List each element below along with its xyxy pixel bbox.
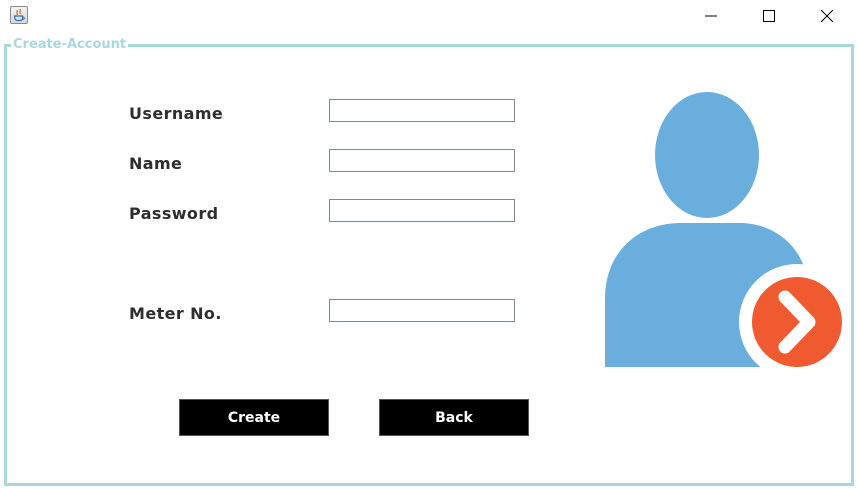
meter-number-label: Meter No.: [129, 304, 222, 323]
username-label: Username: [129, 104, 224, 123]
name-input[interactable]: [329, 149, 515, 172]
title-bar: [0, 0, 858, 32]
username-input[interactable]: [329, 99, 515, 122]
maximize-button[interactable]: [740, 0, 798, 32]
minimize-icon: [705, 15, 717, 17]
close-icon: [821, 10, 833, 22]
create-account-window: Create-Account Username Name Password Me…: [0, 0, 858, 488]
person-head: [655, 92, 759, 218]
password-label: Password: [129, 204, 219, 223]
back-button[interactable]: Back: [379, 399, 529, 436]
password-input[interactable]: [329, 199, 515, 222]
arrow-badge: [752, 277, 842, 367]
name-label: Name: [129, 154, 183, 173]
create-button[interactable]: Create: [179, 399, 329, 436]
user-add-icon: [605, 92, 849, 373]
close-button[interactable]: [798, 0, 856, 32]
minimize-button[interactable]: [682, 0, 740, 32]
maximize-icon: [763, 10, 775, 22]
java-app-icon: [10, 6, 28, 24]
meter-number-input[interactable]: [329, 299, 515, 322]
panel-title: Create-Account: [11, 37, 129, 53]
create-account-panel: Create-Account Username Name Password Me…: [4, 37, 854, 486]
